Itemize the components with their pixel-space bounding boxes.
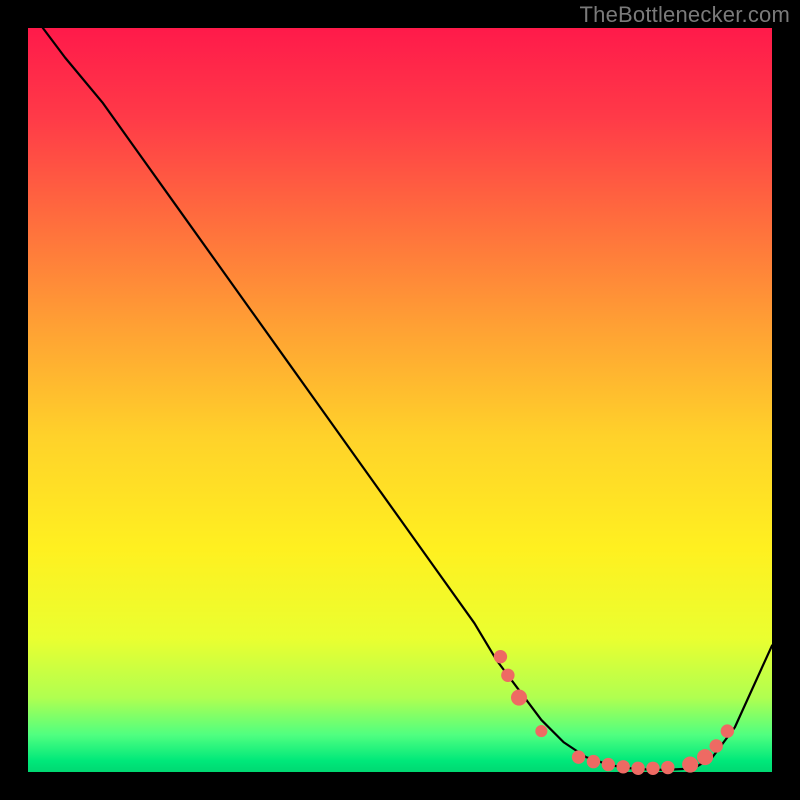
curve-marker [710,739,723,752]
curve-marker [587,755,600,768]
attribution-text: TheBottlenecker.com [580,2,790,28]
curve-marker [661,761,674,774]
curve-marker [602,758,615,771]
curve-marker [631,762,644,775]
chart-plot-area [28,28,772,772]
curve-marker [494,650,507,663]
curve-marker [501,669,514,682]
curve-marker [511,690,527,706]
bottleneck-chart [0,0,800,800]
curve-marker [535,725,547,737]
curve-marker [617,760,630,773]
curve-marker [721,724,734,737]
curve-marker [646,762,659,775]
chart-container: TheBottlenecker.com [0,0,800,800]
curve-marker [572,750,585,763]
curve-marker [697,749,713,765]
curve-marker [682,757,698,773]
